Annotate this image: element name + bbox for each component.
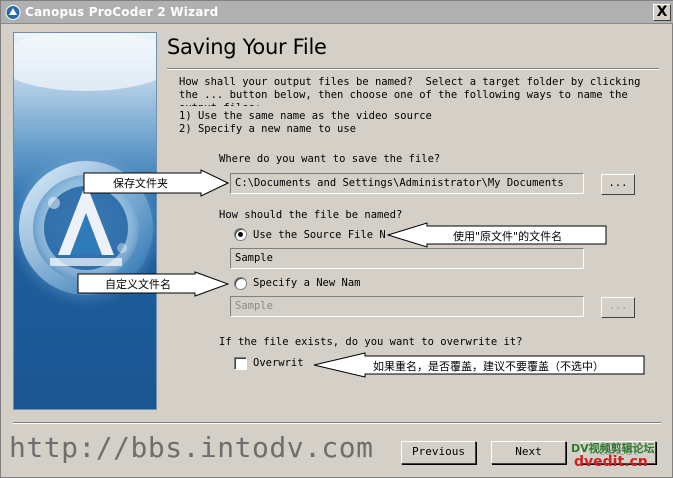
next-button[interactable]: Next [491,441,566,464]
overwrite-checkbox[interactable] [234,357,247,370]
previous-button-label: Previous [412,445,465,458]
title-bar[interactable]: Canopus ProCoder 2 Wizard X [1,1,673,24]
naming-option-2: 2) Specify a new name to use [179,123,357,135]
new-name-browse-button[interactable]: ... [601,297,635,318]
wizard-window: Canopus ProCoder 2 Wizard X Saving Your … [0,0,673,478]
source-name-field[interactable]: Sample [230,248,584,269]
overwrite-question: If the file exists, do you want to overw… [219,336,523,348]
watermark-url: http://bbs.intodv.com [9,431,374,464]
save-location-question: Where do you want to save the file? [219,153,441,165]
callout-save-folder-text: 保存文件夹 [113,177,168,190]
intro-text: How shall your output files be named? Se… [179,76,641,106]
previous-button[interactable]: Previous [401,441,476,464]
procoder-logo-artwork [14,33,156,308]
callout-overwrite-tip: 如果重名，是否覆盖，建议不要覆盖（不选中） [313,351,645,379]
naming-option-1: 1) Use the same name as the video source [179,110,432,122]
callout-save-folder: 保存文件夹 [83,169,229,197]
side-banner-image [13,32,157,410]
new-name-field[interactable]: Sample [230,296,584,317]
app-logo-icon [5,5,21,20]
specify-new-name-label[interactable]: Specify a New Nam [253,277,360,289]
overwrite-label[interactable]: Overwrit [253,357,304,369]
callout-use-source-name-text: 使用"原文件"的文件名 [453,230,563,243]
naming-question: How should the file be named? [219,209,403,221]
header-divider [167,68,659,70]
callout-overwrite-tip-text: 如果重名，是否覆盖，建议不要覆盖（不选中） [373,360,604,373]
use-source-name-radio[interactable] [234,228,247,241]
footer-divider [13,422,661,424]
callout-use-source-name: 使用"原文件"的文件名 [387,222,607,248]
watermark-site: dvedit.cn [574,454,648,470]
close-button[interactable]: X [653,4,671,21]
window-title: Canopus ProCoder 2 Wizard [25,5,219,19]
next-button-label: Next [515,445,542,458]
page-title: Saving Your File [167,35,327,59]
browse-folder-button[interactable]: ... [601,174,635,195]
specify-new-name-radio[interactable] [234,277,247,290]
callout-custom-name-text: 自定义文件名 [105,278,171,291]
save-path-field[interactable]: C:\Documents and Settings\Administrator\… [230,173,584,194]
callout-custom-name: 自定义文件名 [77,271,229,297]
use-source-name-label[interactable]: Use the Source File N [253,229,386,241]
